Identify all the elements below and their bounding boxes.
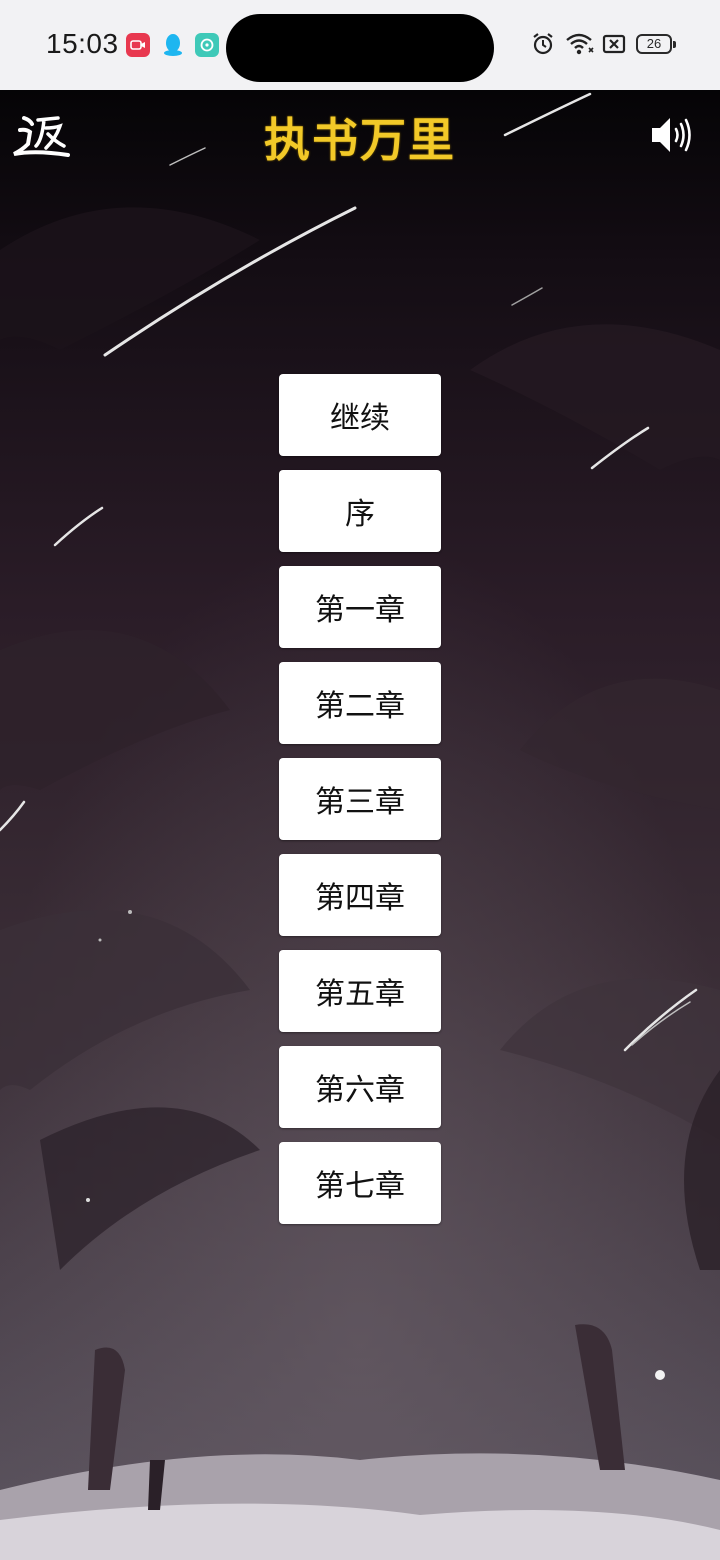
wifi-icon <box>566 33 594 55</box>
chapter-menu: 继续 序 第一章 第二章 第三章 第四章 第五章 第六章 第七章 <box>279 374 441 1238</box>
chapter-7-button[interactable]: 第七章 <box>279 1142 441 1224</box>
chapter-3-button[interactable]: 第三章 <box>279 758 441 840</box>
chat-bubble-app-icon <box>195 33 219 57</box>
chapter-4-button[interactable]: 第四章 <box>279 854 441 936</box>
camera-cutout <box>226 14 494 82</box>
alarm-icon <box>533 33 553 55</box>
continue-button[interactable]: 继续 <box>279 374 441 456</box>
chapter-2-button[interactable]: 第二章 <box>279 662 441 744</box>
chapter-5-button[interactable]: 第五章 <box>279 950 441 1032</box>
battery-indicator: 26 <box>636 34 676 54</box>
video-app-icon <box>126 33 150 57</box>
game-title: 执书万里 <box>264 113 456 167</box>
status-bar: 15:03 26 <box>0 0 720 90</box>
no-sim-icon <box>602 34 626 54</box>
prologue-button[interactable]: 序 <box>279 470 441 552</box>
qq-penguin-icon <box>161 33 185 57</box>
chapter-1-button[interactable]: 第一章 <box>279 566 441 648</box>
game-screen: 执书万里 继续 序 第一章 第二章 第三章 第四章 第五章 第六章 第七章 <box>0 90 720 1560</box>
speaker-icon[interactable] <box>648 112 694 158</box>
chapter-6-button[interactable]: 第六章 <box>279 1046 441 1128</box>
status-time: 15:03 <box>46 28 119 59</box>
